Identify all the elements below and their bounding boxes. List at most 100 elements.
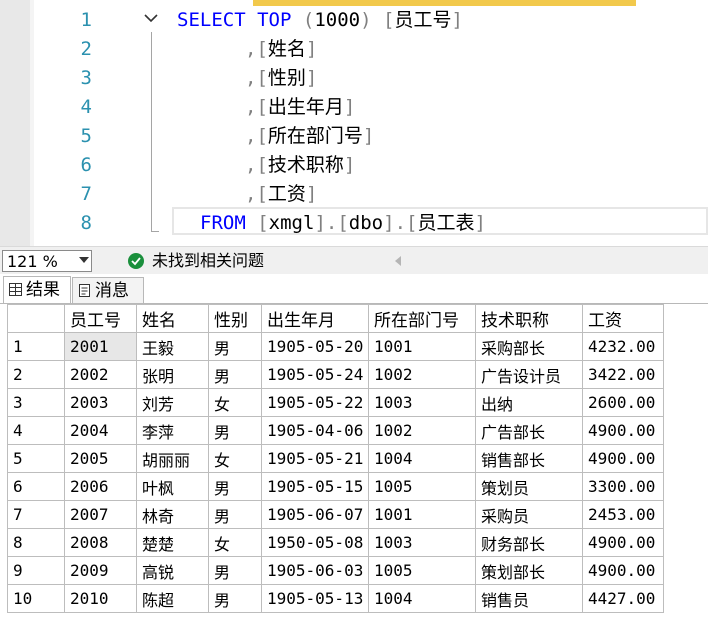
table-cell[interactable]: 2453.00 xyxy=(582,500,664,529)
table-cell[interactable]: 1905-05-21 xyxy=(261,444,369,473)
table-row[interactable]: 2 2002 张明男 1905-05-24 1002 广告设计员 3422.00 xyxy=(7,360,664,389)
table-cell[interactable]: 1905-06-03 xyxy=(261,556,369,585)
column-header[interactable]: 姓名 xyxy=(136,304,209,333)
table-cell[interactable]: 策划员 xyxy=(475,472,583,501)
code-line[interactable]: 4 ,[出生年月] xyxy=(34,93,708,122)
table-row[interactable]: 7 2007 林奇男 1905-06-07 1001 采购员 2453.00 xyxy=(7,500,664,529)
table-cell[interactable]: 4900.00 xyxy=(582,416,664,445)
table-cell[interactable]: 1001 xyxy=(368,332,476,361)
table-cell[interactable]: 1003 xyxy=(368,528,476,557)
table-cell[interactable]: 财务部长 xyxy=(475,528,583,557)
column-header[interactable]: 工资 xyxy=(582,304,664,333)
table-cell[interactable]: 销售部长 xyxy=(475,444,583,473)
table-cell[interactable]: 1004 xyxy=(368,444,476,473)
table-cell[interactable]: 2600.00 xyxy=(582,388,664,417)
table-cell[interactable]: 刘芳 xyxy=(136,388,209,417)
sql-editor[interactable]: 1 SELECT TOP (1000) [员工号] 2 ,[姓名] 3 ,[性别] 4 ,[出… xyxy=(0,0,708,246)
table-cell[interactable]: 男 xyxy=(208,360,262,389)
table-cell[interactable]: 1001 xyxy=(368,500,476,529)
table-cell[interactable]: 2003 xyxy=(64,388,137,417)
table-cell[interactable]: 策划部长 xyxy=(475,556,583,585)
row-number-cell[interactable]: 2 xyxy=(7,360,65,389)
table-cell[interactable]: 2004 xyxy=(64,416,137,445)
table-cell[interactable]: 1005 xyxy=(368,556,476,585)
table-cell[interactable]: 楚楚 xyxy=(136,528,209,557)
table-cell[interactable]: 2002 xyxy=(64,360,137,389)
table-cell[interactable]: 1905-05-15 xyxy=(261,472,369,501)
row-number-cell[interactable]: 9 xyxy=(7,556,65,585)
table-cell[interactable]: 陈超 xyxy=(136,584,209,613)
table-row[interactable]: 10 2010 陈超男 1905-05-13 1004 销售员 4427.00 xyxy=(7,584,664,613)
table-cell[interactable]: 4232.00 xyxy=(582,332,664,361)
column-header[interactable]: 员工号 xyxy=(64,304,137,333)
table-cell[interactable]: 男 xyxy=(208,332,262,361)
issues-status-text[interactable]: 未找到相关问题 xyxy=(152,250,264,272)
zoom-dropdown[interactable]: 121 % xyxy=(2,250,92,272)
table-cell[interactable]: 1950-05-08 xyxy=(261,528,369,557)
table-cell[interactable]: 2010 xyxy=(64,584,137,613)
table-cell[interactable]: 1004 xyxy=(368,584,476,613)
table-cell[interactable]: 女 xyxy=(208,444,262,473)
row-number-cell[interactable]: 6 xyxy=(7,472,65,501)
table-cell[interactable]: 高锐 xyxy=(136,556,209,585)
table-cell[interactable]: 女 xyxy=(208,528,262,557)
table-cell[interactable]: 1002 xyxy=(368,416,476,445)
code-line[interactable]: 6 ,[技术职称] xyxy=(34,151,708,180)
row-number-cell[interactable]: 1 xyxy=(7,332,65,361)
row-number-cell[interactable]: 4 xyxy=(7,416,65,445)
code-line[interactable]: 3 ,[性别] xyxy=(34,64,708,93)
row-header-corner[interactable] xyxy=(7,304,65,333)
table-cell[interactable]: 1905-05-22 xyxy=(261,388,369,417)
table-cell[interactable]: 叶枫 xyxy=(136,472,209,501)
table-cell[interactable]: 4900.00 xyxy=(582,528,664,557)
collapse-chevron-icon[interactable] xyxy=(143,10,159,26)
row-number-cell[interactable]: 7 xyxy=(7,500,65,529)
row-number-cell[interactable]: 10 xyxy=(7,584,65,613)
tab-results[interactable]: 结果 xyxy=(3,276,71,304)
table-cell[interactable]: 王毅 xyxy=(136,332,209,361)
table-cell[interactable]: 2008 xyxy=(64,528,137,557)
table-cell[interactable]: 1905-06-07 xyxy=(261,500,369,529)
row-number-cell[interactable]: 3 xyxy=(7,388,65,417)
table-cell[interactable]: 1905-05-24 xyxy=(261,360,369,389)
tab-messages[interactable]: 消息 xyxy=(72,277,144,304)
table-row[interactable]: 1 2001 王毅男 1905-05-20 1001 采购部长 4232.00 xyxy=(7,332,664,361)
table-cell[interactable]: 2009 xyxy=(64,556,137,585)
code-line[interactable]: 2 ,[姓名] xyxy=(34,35,708,64)
table-cell[interactable]: 广告设计员 xyxy=(475,360,583,389)
table-cell[interactable]: 林奇 xyxy=(136,500,209,529)
code-line[interactable]: 5 ,[所在部门号] xyxy=(34,122,708,151)
table-cell[interactable]: 男 xyxy=(208,556,262,585)
table-cell[interactable]: 4900.00 xyxy=(582,444,664,473)
table-cell[interactable]: 男 xyxy=(208,584,262,613)
table-row[interactable]: 6 2006 叶枫男 1905-05-15 1005 策划员 3300.00 xyxy=(7,472,664,501)
table-cell[interactable]: 2006 xyxy=(64,472,137,501)
table-cell[interactable]: 女 xyxy=(208,388,262,417)
table-row[interactable]: 4 2004 李萍男 1905-04-06 1002 广告部长 4900.00 xyxy=(7,416,664,445)
table-row[interactable]: 8 2008 楚楚女 1950-05-08 1003 财务部长 4900.00 xyxy=(7,528,664,557)
table-cell[interactable]: 3300.00 xyxy=(582,472,664,501)
table-cell[interactable]: 4900.00 xyxy=(582,556,664,585)
table-cell[interactable]: 胡丽丽 xyxy=(136,444,209,473)
table-cell[interactable]: 采购员 xyxy=(475,500,583,529)
table-cell[interactable]: 1002 xyxy=(368,360,476,389)
table-cell[interactable]: 1005 xyxy=(368,472,476,501)
row-number-cell[interactable]: 5 xyxy=(7,444,65,473)
table-cell[interactable]: 男 xyxy=(208,472,262,501)
table-cell[interactable]: 1905-05-20 xyxy=(261,332,369,361)
table-cell[interactable]: 采购部长 xyxy=(475,332,583,361)
table-row[interactable]: 9 2009 高锐男 1905-06-03 1005 策划部长 4900.00 xyxy=(7,556,664,585)
table-cell[interactable]: 2005 xyxy=(64,444,137,473)
column-header[interactable]: 所在部门号 xyxy=(368,304,476,333)
table-cell[interactable]: 2007 xyxy=(64,500,137,529)
column-header[interactable]: 技术职称 xyxy=(475,304,583,333)
table-row[interactable]: 5 2005 胡丽丽女 1905-05-21 1004 销售部长 4900.00 xyxy=(7,444,664,473)
code-line[interactable]: 7 ,[工资] xyxy=(34,180,708,209)
column-header[interactable]: 性别 xyxy=(208,304,262,333)
table-cell[interactable]: 男 xyxy=(208,500,262,529)
table-cell[interactable]: 1905-04-06 xyxy=(261,416,369,445)
table-cell[interactable]: 2001 xyxy=(64,332,137,361)
table-cell[interactable]: 张明 xyxy=(136,360,209,389)
table-cell[interactable]: 1905-05-13 xyxy=(261,584,369,613)
row-number-cell[interactable]: 8 xyxy=(7,528,65,557)
